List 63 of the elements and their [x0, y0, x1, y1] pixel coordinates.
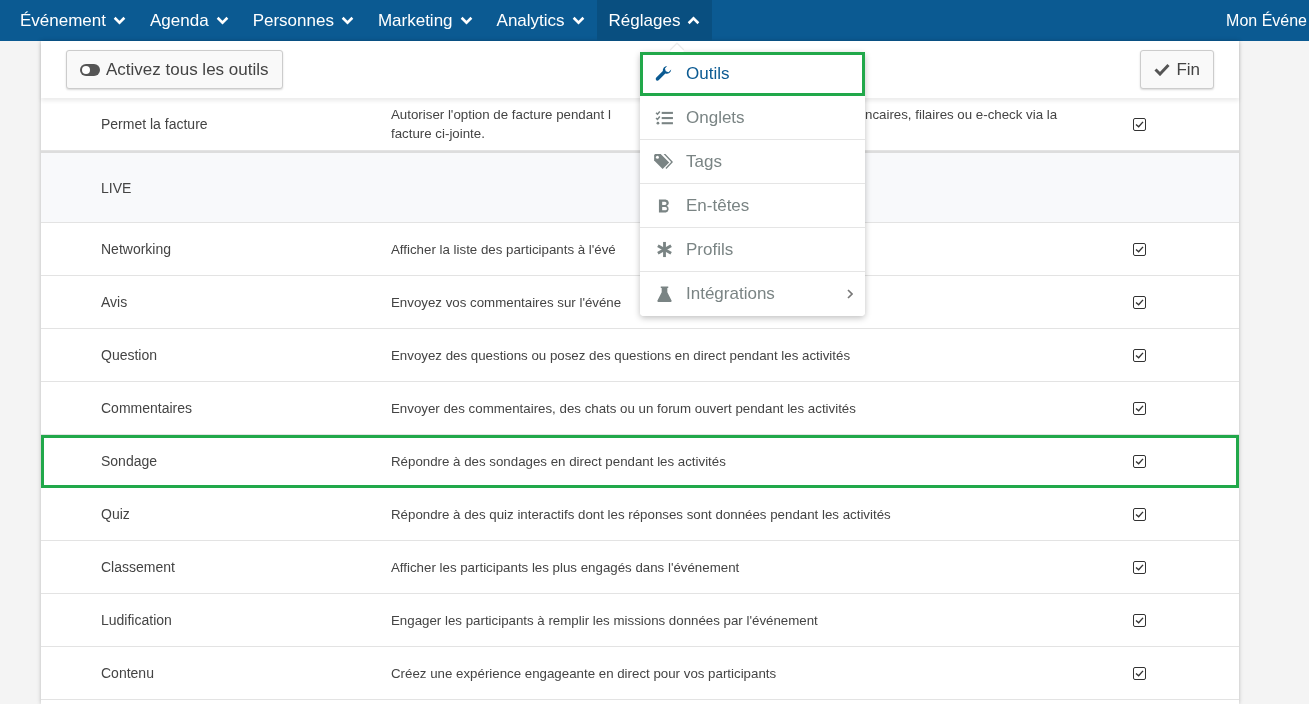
tool-name: Quiz — [100, 506, 131, 522]
enabled-checkbox[interactable] — [1133, 348, 1146, 362]
check-icon — [1154, 63, 1171, 76]
tool-name: Commentaires — [100, 400, 194, 416]
enabled-checkbox[interactable] — [1133, 507, 1146, 521]
tags-icon — [652, 153, 676, 170]
tool-name: Question — [100, 347, 159, 363]
enabled-checkbox[interactable] — [1133, 295, 1146, 309]
toggle-icon — [80, 63, 100, 76]
tool-description: facture ci-jointe. — [391, 125, 485, 143]
tool-name: Avis — [100, 294, 129, 310]
tool-name: Contenu — [100, 665, 155, 681]
menu-item[interactable]: Profils — [640, 228, 865, 272]
nav-menu-item[interactable]: Marketing — [365, 0, 485, 41]
nav-menu-item[interactable]: Réglages — [596, 0, 713, 41]
tool-description: Envoyez vos commentaires sur l'événe — [391, 293, 622, 312]
tool-description: Créez une expérience engageante en direct pour vos participants — [391, 664, 777, 683]
menu-item[interactable]: Tags — [640, 140, 865, 184]
tool-description: Autoriser l'option de facture pendant l — [391, 106, 611, 124]
tool-description: Envoyez des questions ou posez des questions en direct pendant les activités — [391, 346, 851, 365]
chevron-up-icon — [687, 16, 701, 25]
enabled-checkbox[interactable] — [1133, 454, 1146, 468]
chevron-down-icon — [571, 16, 585, 25]
flask-icon — [656, 285, 672, 303]
section-title: LIVE — [101, 179, 132, 196]
tool-description: Répondre à des sondages en direct pendant les activités — [391, 452, 726, 471]
enabled-checkbox[interactable] — [1133, 242, 1146, 256]
asterisk-icon — [655, 241, 673, 258]
tool-name: Permet la facture — [100, 116, 209, 132]
nav-menu-item[interactable]: Personnes — [240, 0, 366, 41]
tool-name: Ludification — [100, 612, 173, 628]
nav-menu-item[interactable]: Analytics — [484, 0, 597, 41]
chevron-right-icon — [847, 289, 853, 299]
tool-name: Classement — [100, 559, 176, 575]
enabled-checkbox[interactable] — [1133, 666, 1146, 680]
enabled-checkbox[interactable] — [1133, 613, 1146, 627]
chevron-down-icon — [459, 16, 473, 25]
menu-item[interactable]: Outils — [640, 52, 865, 96]
chevron-down-icon — [113, 16, 126, 25]
done-button[interactable]: Fin — [1140, 50, 1214, 89]
tool-description: ncaires, filaires ou e-check via la — [865, 106, 1058, 124]
enabled-checkbox[interactable] — [1133, 401, 1146, 415]
chevron-down-icon — [215, 16, 229, 25]
chevron-down-icon — [340, 16, 354, 25]
menu-item[interactable]: En-têtes — [640, 184, 865, 228]
menu-item[interactable]: Onglets — [640, 96, 865, 140]
wrench-icon — [655, 64, 673, 83]
enabled-checkbox[interactable] — [1133, 117, 1146, 131]
nav-menu-item[interactable]: Agenda — [138, 0, 241, 41]
tool-description: Engager les participants à remplir les missions données par l'événement — [391, 611, 818, 630]
tool-name: Networking — [100, 241, 173, 257]
tool-description: Afficher la liste des participants à l'évé — [391, 240, 616, 259]
activate-all-tools-button[interactable]: Activez tous les outils — [66, 50, 283, 89]
checklist-icon — [654, 110, 674, 125]
event-name: Mon Événe — [1226, 11, 1307, 30]
tool-description: Envoyer des commentaires, des chats ou un forum ouvert pendant les activités — [391, 399, 856, 418]
nav-menu-item[interactable]: Événement — [8, 0, 138, 41]
bold-icon — [657, 197, 671, 214]
enabled-checkbox[interactable] — [1133, 560, 1146, 574]
menu-item[interactable]: Intégrations — [640, 272, 865, 316]
tool-description: Répondre à des quiz interactifs dont les réponses sont données pendant les activités — [391, 505, 891, 524]
tool-name: Sondage — [100, 453, 159, 469]
tool-description: Afficher les participants les plus engagés dans l'événement — [391, 558, 740, 577]
